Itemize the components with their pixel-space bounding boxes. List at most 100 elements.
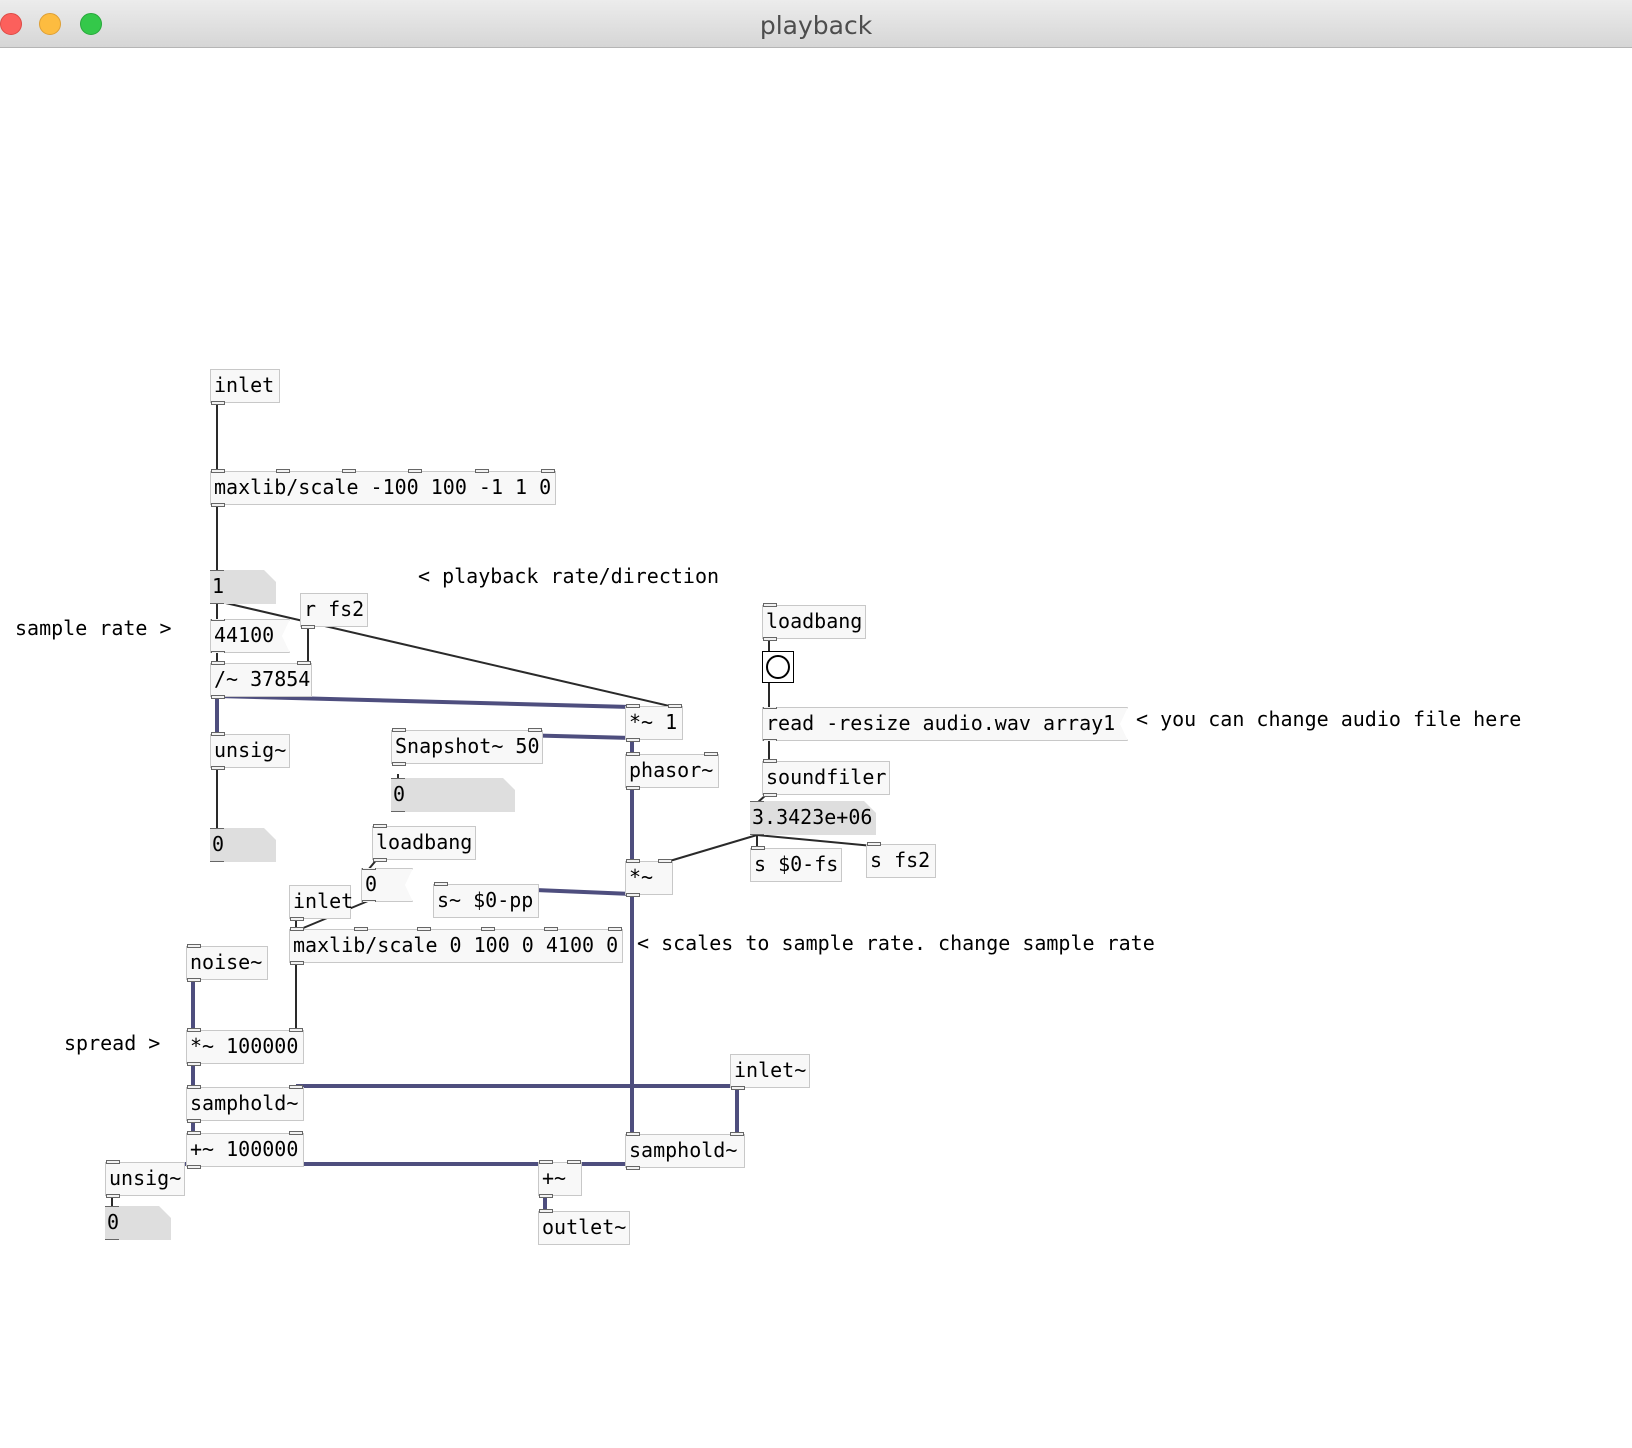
inlet-port[interactable] — [211, 469, 225, 473]
inlet-port[interactable] — [704, 752, 718, 756]
inlet-port[interactable] — [342, 469, 356, 473]
inlet-port[interactable] — [187, 1085, 201, 1089]
inlet-port[interactable] — [434, 882, 448, 886]
inlet-port[interactable] — [528, 728, 542, 732]
add-signal-object[interactable]: +~ — [538, 1160, 582, 1198]
inlet-port[interactable] — [106, 1160, 120, 1164]
inlet-port[interactable] — [417, 927, 431, 931]
file-length-number-box[interactable]: 3.3423e+06 — [750, 801, 876, 835]
multiply-phase-object[interactable]: *~ — [625, 859, 673, 897]
outlet-port[interactable] — [763, 637, 777, 641]
inlet-port[interactable] — [751, 846, 765, 850]
inlet-port[interactable] — [354, 927, 368, 931]
inlet-port[interactable] — [297, 661, 311, 665]
inlet-port[interactable] — [289, 1131, 303, 1135]
inlet-sample-rate-object[interactable]: inlet — [289, 885, 353, 921]
inlet-port[interactable] — [626, 752, 640, 756]
bang-button[interactable] — [762, 651, 794, 683]
receive-fs2-object[interactable]: r fs2 — [300, 593, 368, 629]
samphold-phase-object[interactable]: samphold~ — [625, 1132, 745, 1170]
outlet-port[interactable] — [211, 401, 225, 405]
outlet-port[interactable] — [106, 1194, 120, 1198]
loadbang-mid-object[interactable]: loadbang — [372, 824, 476, 862]
read-file-message[interactable]: read -resize audio.wav array1 — [762, 707, 1128, 741]
outlet-port[interactable] — [626, 1166, 640, 1170]
samphold-noise-object[interactable]: samphold~ — [186, 1085, 304, 1123]
outlet-port[interactable] — [731, 1086, 745, 1090]
inlet-port[interactable] — [187, 1131, 201, 1135]
inlet-port[interactable] — [392, 728, 406, 732]
divide-signal-object[interactable]: /~ 37854 — [210, 661, 312, 699]
inlet-port[interactable] — [544, 927, 558, 931]
inlet-port[interactable] — [763, 603, 777, 607]
send-fs-object[interactable]: s $0-fs — [750, 846, 842, 882]
noise-object[interactable]: noise~ — [186, 944, 268, 982]
inlet-object[interactable]: inlet — [210, 369, 280, 405]
inlet-port[interactable] — [626, 1132, 640, 1136]
loadbang-right-object[interactable]: loadbang — [762, 603, 866, 641]
inlet-port[interactable] — [626, 704, 640, 708]
inlet-port[interactable] — [658, 859, 672, 863]
rate-number-box[interactable]: 1 — [210, 570, 276, 604]
outlet-port[interactable] — [187, 978, 201, 982]
inlet-port[interactable] — [408, 469, 422, 473]
send-pp-object[interactable]: s~ $0-pp — [433, 882, 539, 918]
inlet-port[interactable] — [539, 1160, 553, 1164]
patch-canvas[interactable]: inlet maxlib/scale -100 100 -1 1 0 1 < p… — [0, 48, 1632, 1448]
outlet-port[interactable] — [301, 625, 315, 629]
outlet-port[interactable] — [373, 858, 387, 862]
inlet-port[interactable] — [567, 1160, 581, 1164]
outlet-signal-object[interactable]: outlet~ — [538, 1209, 630, 1245]
inlet-port[interactable] — [626, 859, 640, 863]
multiply-spread-object[interactable]: *~ 100000 — [186, 1028, 304, 1066]
inlet-port[interactable] — [276, 469, 290, 473]
outlet-port[interactable] — [392, 762, 406, 766]
inlet-port[interactable] — [290, 927, 304, 931]
outlet-port[interactable] — [290, 917, 304, 921]
inlet-port[interactable] — [541, 469, 555, 473]
inlet-signal-object[interactable]: inlet~ — [730, 1054, 810, 1090]
unsig-label: unsig~ — [214, 738, 287, 762]
inlet-port[interactable] — [289, 1028, 303, 1032]
scale-sample-rate-object[interactable]: maxlib/scale 0 100 0 4100 0 — [289, 927, 623, 965]
outlet-port[interactable] — [290, 961, 304, 965]
snapshot-number-box[interactable]: 0 — [391, 778, 515, 812]
inlet-port[interactable] — [373, 824, 387, 828]
inlet-port[interactable] — [763, 759, 777, 763]
outlet-port[interactable] — [626, 738, 640, 742]
outlet-port[interactable] — [763, 793, 777, 797]
multiply-rate-object[interactable]: *~ 1 — [625, 704, 683, 742]
outlet-port[interactable] — [187, 1165, 201, 1169]
phasor-object[interactable]: phasor~ — [625, 752, 719, 790]
unsig-spread-number-box[interactable]: 0 — [105, 1206, 171, 1240]
outlet-port[interactable] — [539, 1194, 553, 1198]
inlet-port[interactable] — [289, 1085, 303, 1089]
outlet-port[interactable] — [626, 786, 640, 790]
send-fs2-object[interactable]: s fs2 — [866, 842, 936, 878]
outlet-port[interactable] — [187, 1062, 201, 1066]
unsig-spread-object[interactable]: unsig~ — [105, 1160, 185, 1198]
soundfiler-object[interactable]: soundfiler — [762, 759, 890, 797]
outlet-port[interactable] — [211, 503, 225, 507]
inlet-port[interactable] — [730, 1132, 744, 1136]
unsig-object[interactable]: unsig~ — [210, 732, 290, 770]
outlet-port[interactable] — [211, 695, 225, 699]
inlet-port[interactable] — [608, 927, 622, 931]
outlet-port[interactable] — [211, 766, 225, 770]
inlet-port[interactable] — [211, 661, 225, 665]
sample-rate-message[interactable]: 44100 — [210, 619, 290, 653]
inlet-port[interactable] — [187, 944, 201, 948]
snapshot-object[interactable]: Snapshot~ 50 — [391, 728, 543, 766]
inlet-port[interactable] — [481, 927, 495, 931]
inlet-port[interactable] — [475, 469, 489, 473]
inlet-port[interactable] — [211, 732, 225, 736]
outlet-port[interactable] — [626, 893, 640, 897]
unsig-number-box[interactable]: 0 — [210, 828, 276, 862]
add-offset-object[interactable]: +~ 100000 — [186, 1131, 304, 1169]
inlet-port[interactable] — [867, 842, 881, 846]
inlet-port[interactable] — [539, 1209, 553, 1213]
outlet-port[interactable] — [187, 1119, 201, 1123]
scale-rate-object[interactable]: maxlib/scale -100 100 -1 1 0 — [210, 469, 556, 507]
inlet-port[interactable] — [668, 704, 682, 708]
inlet-port[interactable] — [187, 1028, 201, 1032]
